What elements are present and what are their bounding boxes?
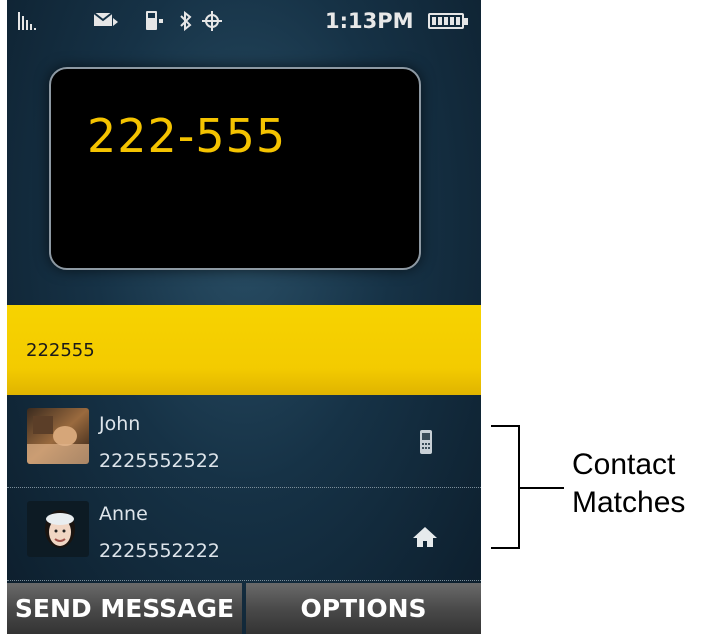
status-bar: 1:13PM [7, 0, 481, 44]
contact-number: 2225552522 [99, 450, 220, 472]
bracket-pointer [519, 487, 564, 489]
home-icon [412, 526, 438, 552]
phone-screen: 1:13PM 222-555 222555 John 2225552522 An… [7, 0, 481, 634]
contact-matches-bracket [491, 425, 520, 549]
contact-name: John [99, 413, 141, 435]
contact-name: Anne [99, 503, 148, 525]
mobile-icon [418, 429, 434, 459]
avatar [27, 408, 89, 464]
status-time: 1:13PM [325, 9, 414, 33]
options-button[interactable]: OPTIONS [246, 583, 481, 634]
message-icon [93, 10, 119, 33]
dial-input-field[interactable]: 222555 [7, 305, 481, 395]
send-message-button[interactable]: SEND MESSAGE [7, 583, 242, 634]
battery-icon [428, 13, 468, 29]
gps-icon [201, 10, 223, 35]
softkey-bar: SEND MESSAGE OPTIONS [7, 583, 481, 634]
divider [7, 580, 481, 581]
dialed-number: 222-555 [87, 109, 287, 163]
signal-icon [17, 10, 39, 35]
dial-input-value: 222555 [26, 340, 95, 361]
contact-number: 2225552222 [99, 540, 220, 562]
contact-matches-callout: Contact Matches [572, 446, 685, 522]
contact-match-item[interactable]: John 2225552522 [7, 395, 481, 487]
phone-device-icon [144, 10, 168, 35]
avatar [27, 501, 89, 557]
callout-line-1: Contact [572, 448, 676, 481]
contact-match-item[interactable]: Anne 2225552222 [7, 488, 481, 580]
dialed-number-display: 222-555 [49, 67, 421, 270]
bluetooth-icon [178, 10, 194, 35]
callout-line-2: Matches [572, 486, 686, 519]
